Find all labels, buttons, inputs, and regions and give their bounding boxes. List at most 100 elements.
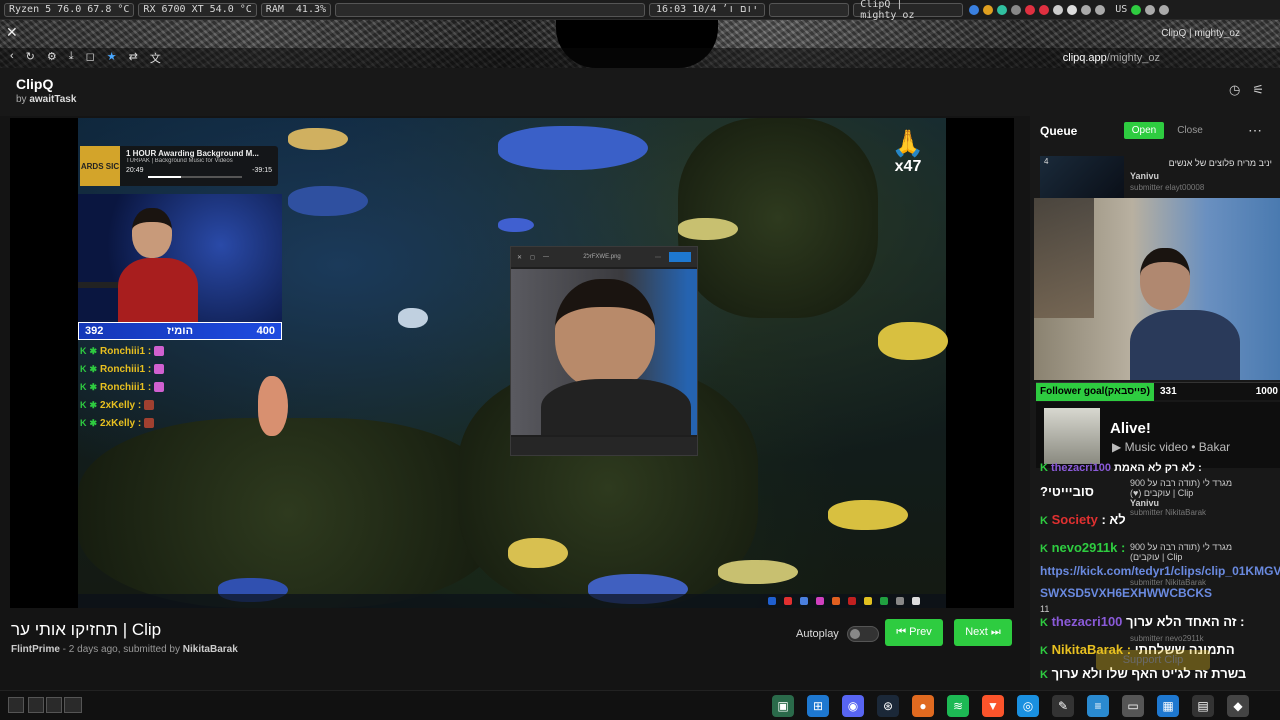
tray-icon-6[interactable] bbox=[1039, 4, 1050, 15]
more-options-icon[interactable]: ⋯ bbox=[1248, 122, 1262, 139]
autoplay-toggle[interactable] bbox=[846, 626, 879, 642]
next-button[interactable]: Next ⏭ bbox=[954, 619, 1012, 646]
second-streamer-webcam bbox=[1034, 198, 1280, 380]
star-icon[interactable]: ★ bbox=[107, 50, 117, 66]
workspace-2[interactable] bbox=[28, 697, 44, 713]
queue-open-button[interactable]: Open bbox=[1124, 122, 1164, 139]
follower-goal-bar: Follower goal(פייסבאק) 331 1000 bbox=[1036, 382, 1280, 401]
language-icon[interactable]: 文 bbox=[150, 50, 161, 66]
layers-app-icon[interactable]: ≡ bbox=[1087, 695, 1109, 717]
chat-link[interactable]: https://kick.com/tedyr1/clips/clip_01KMG… bbox=[1040, 564, 1280, 578]
history-icon[interactable]: ◷ bbox=[1229, 82, 1240, 98]
kick-icon: K bbox=[80, 346, 87, 356]
workspace-3[interactable] bbox=[46, 697, 62, 713]
video-player[interactable]: ARDS SIC 1 HOUR Awarding Background M...… bbox=[10, 118, 1014, 608]
translate-icon[interactable]: ⇄ bbox=[129, 50, 138, 66]
tray-icon-1[interactable] bbox=[969, 4, 980, 15]
chat-message: זה האחד הלא ערוך : bbox=[1126, 614, 1245, 629]
fish-shape bbox=[498, 218, 534, 232]
queue-item-9[interactable]: מגרד לי (תודה רבה על 900 (♥) עוקבים | Cl… bbox=[1130, 478, 1232, 517]
brave-app-icon[interactable]: ▼ bbox=[982, 695, 1004, 717]
queue-item-10[interactable]: מגרד לי (תודה רבה על 900 (עוקבים | Clip bbox=[1130, 542, 1232, 562]
tray-icon-3[interactable] bbox=[997, 4, 1008, 15]
settings-icon[interactable]: ⚙ bbox=[47, 50, 57, 66]
close-icon[interactable]: ✕ bbox=[6, 24, 18, 41]
back-icon[interactable]: ‹ bbox=[10, 50, 14, 66]
minimize-icon: — bbox=[543, 254, 550, 260]
tray-icon-5[interactable] bbox=[1025, 4, 1036, 15]
kick-icon: K bbox=[80, 382, 87, 392]
store-app-icon[interactable]: ▦ bbox=[1157, 695, 1179, 717]
chat-line: K ✱ Ronchiii1 : bbox=[80, 378, 165, 396]
streamer-webcam bbox=[78, 194, 282, 322]
prev-button[interactable]: ⏮ Prev bbox=[885, 619, 943, 646]
queue-close-button[interactable]: Close bbox=[1170, 122, 1210, 139]
settings-sliders-icon[interactable]: ⚟ bbox=[1252, 82, 1264, 98]
clip-submitter[interactable]: NikitaBarak bbox=[183, 644, 238, 655]
tray-icon-13[interactable] bbox=[1159, 4, 1170, 15]
strip-icon bbox=[864, 597, 872, 605]
tab-title[interactable]: ClipQ | mighty_oz bbox=[1161, 28, 1240, 39]
monitor-app-icon[interactable]: ▣ bbox=[772, 695, 794, 717]
chat-link[interactable]: SWXSD5VXH6EXHWWCBCKS bbox=[1040, 586, 1212, 600]
queue-item-submitter: submitter nevo2911k bbox=[1130, 634, 1204, 643]
close-icon: ✕ bbox=[517, 254, 523, 261]
viewer-image bbox=[511, 269, 697, 435]
queue-item[interactable]: 4 יניב מריח פלוצים של אנשים Yanivu submi… bbox=[1040, 156, 1272, 198]
cpu-monitor: Ryzen 5 76.0 67.8 °C bbox=[4, 2, 135, 17]
clip-age: 2 days ago, submitted by bbox=[68, 644, 180, 655]
workspace-1[interactable] bbox=[8, 697, 24, 713]
tux-app-icon[interactable]: ◆ bbox=[1227, 695, 1249, 717]
app-author[interactable]: awaitTask bbox=[29, 94, 76, 105]
chat-user: thezacri100 bbox=[1051, 614, 1123, 629]
tray-icon-9[interactable] bbox=[1081, 4, 1092, 15]
extension-icon[interactable]: ◻ bbox=[86, 50, 95, 66]
reload-icon[interactable]: ↻ bbox=[26, 50, 35, 66]
locale-indicator[interactable]: US bbox=[1115, 4, 1127, 15]
queue-item-10-submitter: submitter NikitaBarak bbox=[1130, 578, 1206, 587]
ram-label: RAM bbox=[265, 4, 284, 15]
url-host: clipq.app bbox=[1062, 52, 1107, 64]
discord-app-icon[interactable]: ◉ bbox=[842, 695, 864, 717]
workspace-bar[interactable] bbox=[335, 2, 646, 17]
spotify-app-icon[interactable]: ≋ bbox=[947, 695, 969, 717]
tray-icon-10[interactable] bbox=[1095, 4, 1106, 15]
tray-icon-11[interactable] bbox=[1131, 4, 1142, 15]
viewer-toolbar: ✕ ◻ — ל2rFXWE.png ⋯ bbox=[511, 247, 697, 267]
queue-number: 4 bbox=[1044, 157, 1049, 166]
tray-icon-4[interactable] bbox=[1011, 4, 1022, 15]
window-list[interactable] bbox=[769, 2, 850, 17]
tray-icon-8[interactable] bbox=[1067, 4, 1078, 15]
download-icon[interactable]: ⤓ bbox=[69, 50, 74, 66]
app-title[interactable]: ClipQ bbox=[16, 76, 53, 92]
queue-item-title-2: (♥) עוקבים | Clip bbox=[1130, 488, 1194, 498]
support-clip-button[interactable]: Support Clip bbox=[1096, 650, 1210, 670]
windows-app-icon[interactable]: ⊞ bbox=[807, 695, 829, 717]
clock[interactable]: 16:03 יום ו׳ 10/4 bbox=[649, 2, 766, 17]
active-window-title[interactable]: ClipQ | mighty_oz bbox=[853, 0, 964, 21]
clip-channel[interactable]: FlintPrime bbox=[11, 644, 60, 655]
firefox-app-icon[interactable]: ● bbox=[912, 695, 934, 717]
chat-user: Ronchiii1 : bbox=[100, 381, 152, 393]
kick-icon: K bbox=[1040, 543, 1048, 555]
queue-item-title-2: (עוקבים | Clip bbox=[1130, 552, 1183, 562]
browser-active-app-icon[interactable]: ◎ bbox=[1017, 695, 1039, 717]
tray-icon-7[interactable] bbox=[1053, 4, 1064, 15]
badge-icon: ✱ bbox=[89, 345, 98, 356]
address-bar[interactable]: clipq.app/mighty_oz bbox=[1063, 52, 1160, 64]
inkscape-app-icon[interactable]: ✎ bbox=[1052, 695, 1074, 717]
tray-icon-12[interactable] bbox=[1145, 4, 1156, 15]
strip-icon bbox=[768, 597, 776, 605]
steam-app-icon[interactable]: ⊛ bbox=[877, 695, 899, 717]
badge-icon: ✱ bbox=[89, 363, 98, 374]
progress-fill bbox=[148, 176, 181, 178]
now-playing-title: 1 HOUR Awarding Background M... bbox=[126, 149, 259, 158]
tray-icon-2[interactable] bbox=[983, 4, 994, 15]
files-app-icon[interactable]: ▭ bbox=[1122, 695, 1144, 717]
strip-icon bbox=[784, 597, 792, 605]
workspace-4[interactable] bbox=[64, 697, 82, 713]
terminal-app-icon[interactable]: ▤ bbox=[1192, 695, 1214, 717]
by-prefix: by bbox=[16, 94, 27, 105]
badge-icon: ✱ bbox=[89, 399, 98, 410]
chat-message: לא רק לא האמת : bbox=[1114, 462, 1202, 474]
